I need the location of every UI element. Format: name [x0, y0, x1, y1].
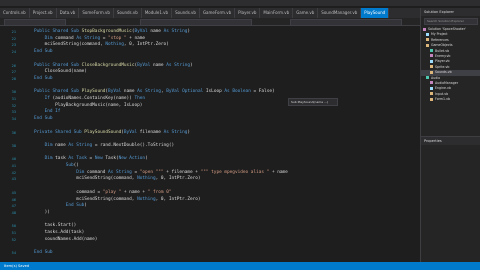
code-line: mciSendString(command, Nothing, 0, IntPt…	[34, 42, 169, 48]
properties-title: Properties	[421, 137, 480, 145]
code-line: Private Shared Sub PlaySoundSound(ByVal …	[34, 129, 191, 135]
file-icon	[430, 70, 433, 74]
file-icon	[430, 86, 433, 90]
solution-tree-item[interactable]: Form1.vb	[421, 97, 480, 102]
code-line: mciSendString(command, Nothing, 0, IntPt…	[34, 176, 201, 182]
line-number: 54	[11, 251, 16, 256]
solution-search-input[interactable]: Search Solution Explorer	[424, 18, 478, 25]
file-icon	[430, 49, 433, 53]
solution-explorer-title: Solution Explorer	[421, 8, 480, 16]
tab-11[interactable]: SoundManager.vb	[318, 8, 362, 18]
project-dropdown[interactable]	[4, 19, 66, 26]
solution-tree: Solution 'SpaceShooter' My Project Referen…	[421, 27, 480, 102]
tab-9[interactable]: MainForm.vb	[260, 8, 294, 18]
file-icon	[430, 59, 433, 63]
tab-3[interactable]: SomeForm.vb	[79, 8, 114, 18]
code-line: End Sub	[34, 116, 53, 122]
code-line: ))	[34, 209, 50, 215]
tab-1[interactable]: Project.vb	[30, 8, 57, 18]
code-line: soundNames.Add(name)	[34, 236, 98, 242]
file-icon	[426, 38, 429, 42]
file-icon	[423, 27, 426, 31]
file-icon	[426, 76, 429, 80]
tab-4[interactable]: Sounds.vb	[114, 8, 142, 18]
tab-7[interactable]: GameForm.vb	[200, 8, 236, 18]
menu-bar	[0, 0, 480, 6]
code-line: Dim name As String = rand.NextDouble().T…	[34, 142, 175, 148]
code-editor[interactable]: Public Shared Sub StopBackgroundMusic(By…	[22, 26, 420, 262]
solution-explorer-panel: Solution Explorer Search Solution Explor…	[420, 8, 480, 263]
code-line: End Sub	[34, 49, 53, 55]
file-icon	[430, 97, 433, 101]
file-icon	[430, 65, 433, 69]
file-icon	[430, 81, 433, 85]
tab-12[interactable]: PlaySound	[361, 8, 390, 18]
tab-0[interactable]: Controls.vb	[0, 8, 30, 18]
document-tabs: Controls.vb Project.vb Data.vb SomeForm.vb S…	[0, 8, 420, 18]
code-line: End Sub	[34, 250, 53, 256]
line-number-gutter: 21 22 23 24 26 27 28 30 31 32 33 34 36 38 40 41 42 43 45 46…	[0, 26, 22, 262]
tab-5[interactable]: Module1.vb	[142, 8, 173, 18]
tab-8[interactable]: Player.vb	[235, 8, 261, 18]
file-icon	[430, 92, 433, 96]
member-dropdown[interactable]	[290, 19, 402, 26]
status-bar: Item(s) Saved	[0, 262, 480, 270]
properties-panel: Properties	[421, 136, 480, 263]
file-icon	[430, 54, 433, 58]
editor-navigation-bar	[0, 18, 420, 26]
tab-2[interactable]: Data.vb	[57, 8, 80, 18]
tab-6[interactable]: Sounds.vb	[172, 8, 200, 18]
intellisense-tooltip: Sub PlaySound(name ...)	[288, 98, 338, 106]
code-line: End Sub	[34, 75, 53, 81]
class-dropdown[interactable]	[140, 19, 252, 26]
file-icon	[426, 43, 429, 47]
file-icon	[426, 32, 429, 36]
tab-10[interactable]: Game.vb	[293, 8, 319, 18]
